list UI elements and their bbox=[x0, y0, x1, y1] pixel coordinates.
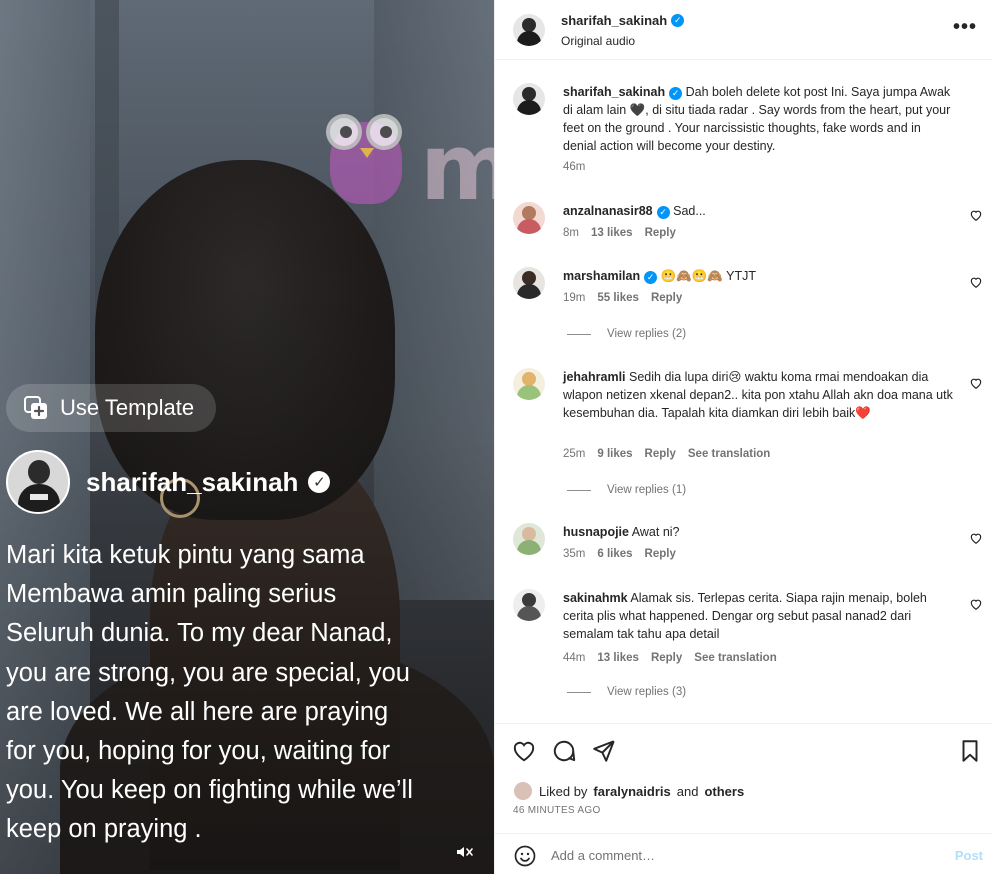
reply-button[interactable]: Reply bbox=[645, 448, 676, 460]
media-caption: Mari kita ketuk pintu yang sama Membawa … bbox=[6, 541, 413, 844]
view-replies-button[interactable]: View replies (3) bbox=[567, 686, 686, 698]
comment-username[interactable]: sakinahmk bbox=[563, 591, 628, 605]
like-heart-icon[interactable] bbox=[969, 531, 983, 545]
reply-button[interactable]: Reply bbox=[651, 292, 682, 304]
comment-avatar[interactable] bbox=[513, 523, 545, 555]
caption-username[interactable]: sharifah_sakinah bbox=[563, 85, 665, 99]
comment-text: Awat ni? bbox=[631, 525, 680, 539]
comment-text: 😬🙈😬🙈 YTJT bbox=[660, 269, 756, 283]
liker-avatar[interactable] bbox=[513, 781, 533, 801]
post-sidebar: sharifah_sakinah ✓ Original audio ••• sh… bbox=[494, 0, 992, 874]
like-heart-icon[interactable] bbox=[511, 738, 537, 764]
header-username[interactable]: sharifah_sakinah bbox=[561, 13, 667, 28]
media-owner[interactable]: sharifah_sakinah ✓ bbox=[6, 450, 331, 514]
comment-time: 25m bbox=[563, 448, 586, 460]
comment-username[interactable]: husnapojie bbox=[563, 525, 629, 539]
audio-link[interactable]: Original audio bbox=[561, 34, 635, 48]
comment-avatar[interactable] bbox=[513, 368, 545, 400]
comment-likes[interactable]: 6 likes bbox=[597, 548, 632, 560]
comment-time: 8m bbox=[563, 227, 579, 239]
template-add-icon bbox=[22, 394, 50, 422]
post-header: sharifah_sakinah ✓ Original audio ••• bbox=[495, 0, 992, 60]
liked-by: Liked by faralynaidris and others bbox=[513, 781, 744, 801]
comment-text: Sad... bbox=[673, 204, 706, 218]
like-heart-icon[interactable] bbox=[969, 208, 983, 222]
verified-icon: ✓ bbox=[671, 14, 685, 27]
comment-time: 44m bbox=[563, 652, 586, 664]
use-template-button[interactable]: Use Template bbox=[6, 384, 217, 432]
comments-list[interactable]: sharifah_sakinah ✓ Dah boleh delete kot p… bbox=[495, 61, 992, 723]
comment-bubble-icon[interactable] bbox=[551, 738, 577, 764]
comment-likes[interactable]: 13 likes bbox=[591, 227, 633, 239]
comment-username[interactable]: anzalnanasir88 bbox=[563, 204, 653, 218]
share-paper-plane-icon[interactable] bbox=[591, 738, 617, 764]
comment-username[interactable]: marshamilan bbox=[563, 269, 640, 283]
add-comment-bar: Post bbox=[495, 833, 992, 874]
liker-username[interactable]: faralynaidris bbox=[593, 784, 670, 799]
post-time-ago[interactable]: 46 MINUTES AGO bbox=[513, 805, 601, 816]
comment-avatar[interactable] bbox=[513, 202, 545, 234]
verified-icon: ✓ bbox=[669, 86, 683, 100]
verified-icon: ✓ bbox=[308, 471, 331, 493]
comment-likes[interactable]: 55 likes bbox=[597, 292, 639, 304]
use-template-label: Use Template bbox=[60, 395, 195, 420]
reply-button[interactable]: Reply bbox=[645, 548, 676, 560]
owner-avatar[interactable] bbox=[6, 450, 70, 514]
bookmark-icon[interactable] bbox=[957, 738, 983, 764]
like-heart-icon[interactable] bbox=[969, 275, 983, 289]
comment-likes[interactable]: 13 likes bbox=[597, 652, 639, 664]
see-translation-button[interactable]: See translation bbox=[688, 448, 770, 460]
view-replies-button[interactable]: View replies (2) bbox=[567, 328, 686, 340]
comment-time: 35m bbox=[563, 548, 586, 560]
caption-avatar[interactable] bbox=[513, 83, 545, 115]
likes-others-link[interactable]: others bbox=[704, 784, 744, 799]
see-translation-button[interactable]: See translation bbox=[694, 652, 776, 664]
like-heart-icon[interactable] bbox=[969, 597, 983, 611]
muted-audio-icon[interactable] bbox=[454, 842, 474, 862]
post-comment-button[interactable]: Post bbox=[955, 848, 983, 863]
caption-time: 46m bbox=[563, 161, 586, 173]
post-actions: Liked by faralynaidris and others 46 MIN… bbox=[495, 723, 992, 833]
reply-button[interactable]: Reply bbox=[645, 227, 676, 239]
comment-username[interactable]: jehahramli bbox=[563, 370, 626, 384]
comment-likes[interactable]: 9 likes bbox=[597, 448, 632, 460]
comment-avatar[interactable] bbox=[513, 589, 545, 621]
view-replies-button[interactable]: View replies (1) bbox=[567, 484, 686, 496]
comment-avatar[interactable] bbox=[513, 267, 545, 299]
owner-username[interactable]: sharifah_sakinah bbox=[86, 467, 298, 498]
header-avatar[interactable] bbox=[513, 14, 545, 46]
post-media[interactable]: Use Template sharifah_sakinah ✓ Mari kit… bbox=[0, 0, 494, 874]
verified-icon: ✓ bbox=[644, 270, 658, 284]
like-heart-icon[interactable] bbox=[969, 376, 983, 390]
emoji-smile-icon[interactable] bbox=[513, 844, 537, 868]
comment-input[interactable] bbox=[551, 844, 931, 866]
verified-icon: ✓ bbox=[656, 205, 670, 219]
comment-time: 19m bbox=[563, 292, 586, 304]
reply-button[interactable]: Reply bbox=[651, 652, 682, 664]
more-options-icon[interactable]: ••• bbox=[953, 16, 977, 39]
